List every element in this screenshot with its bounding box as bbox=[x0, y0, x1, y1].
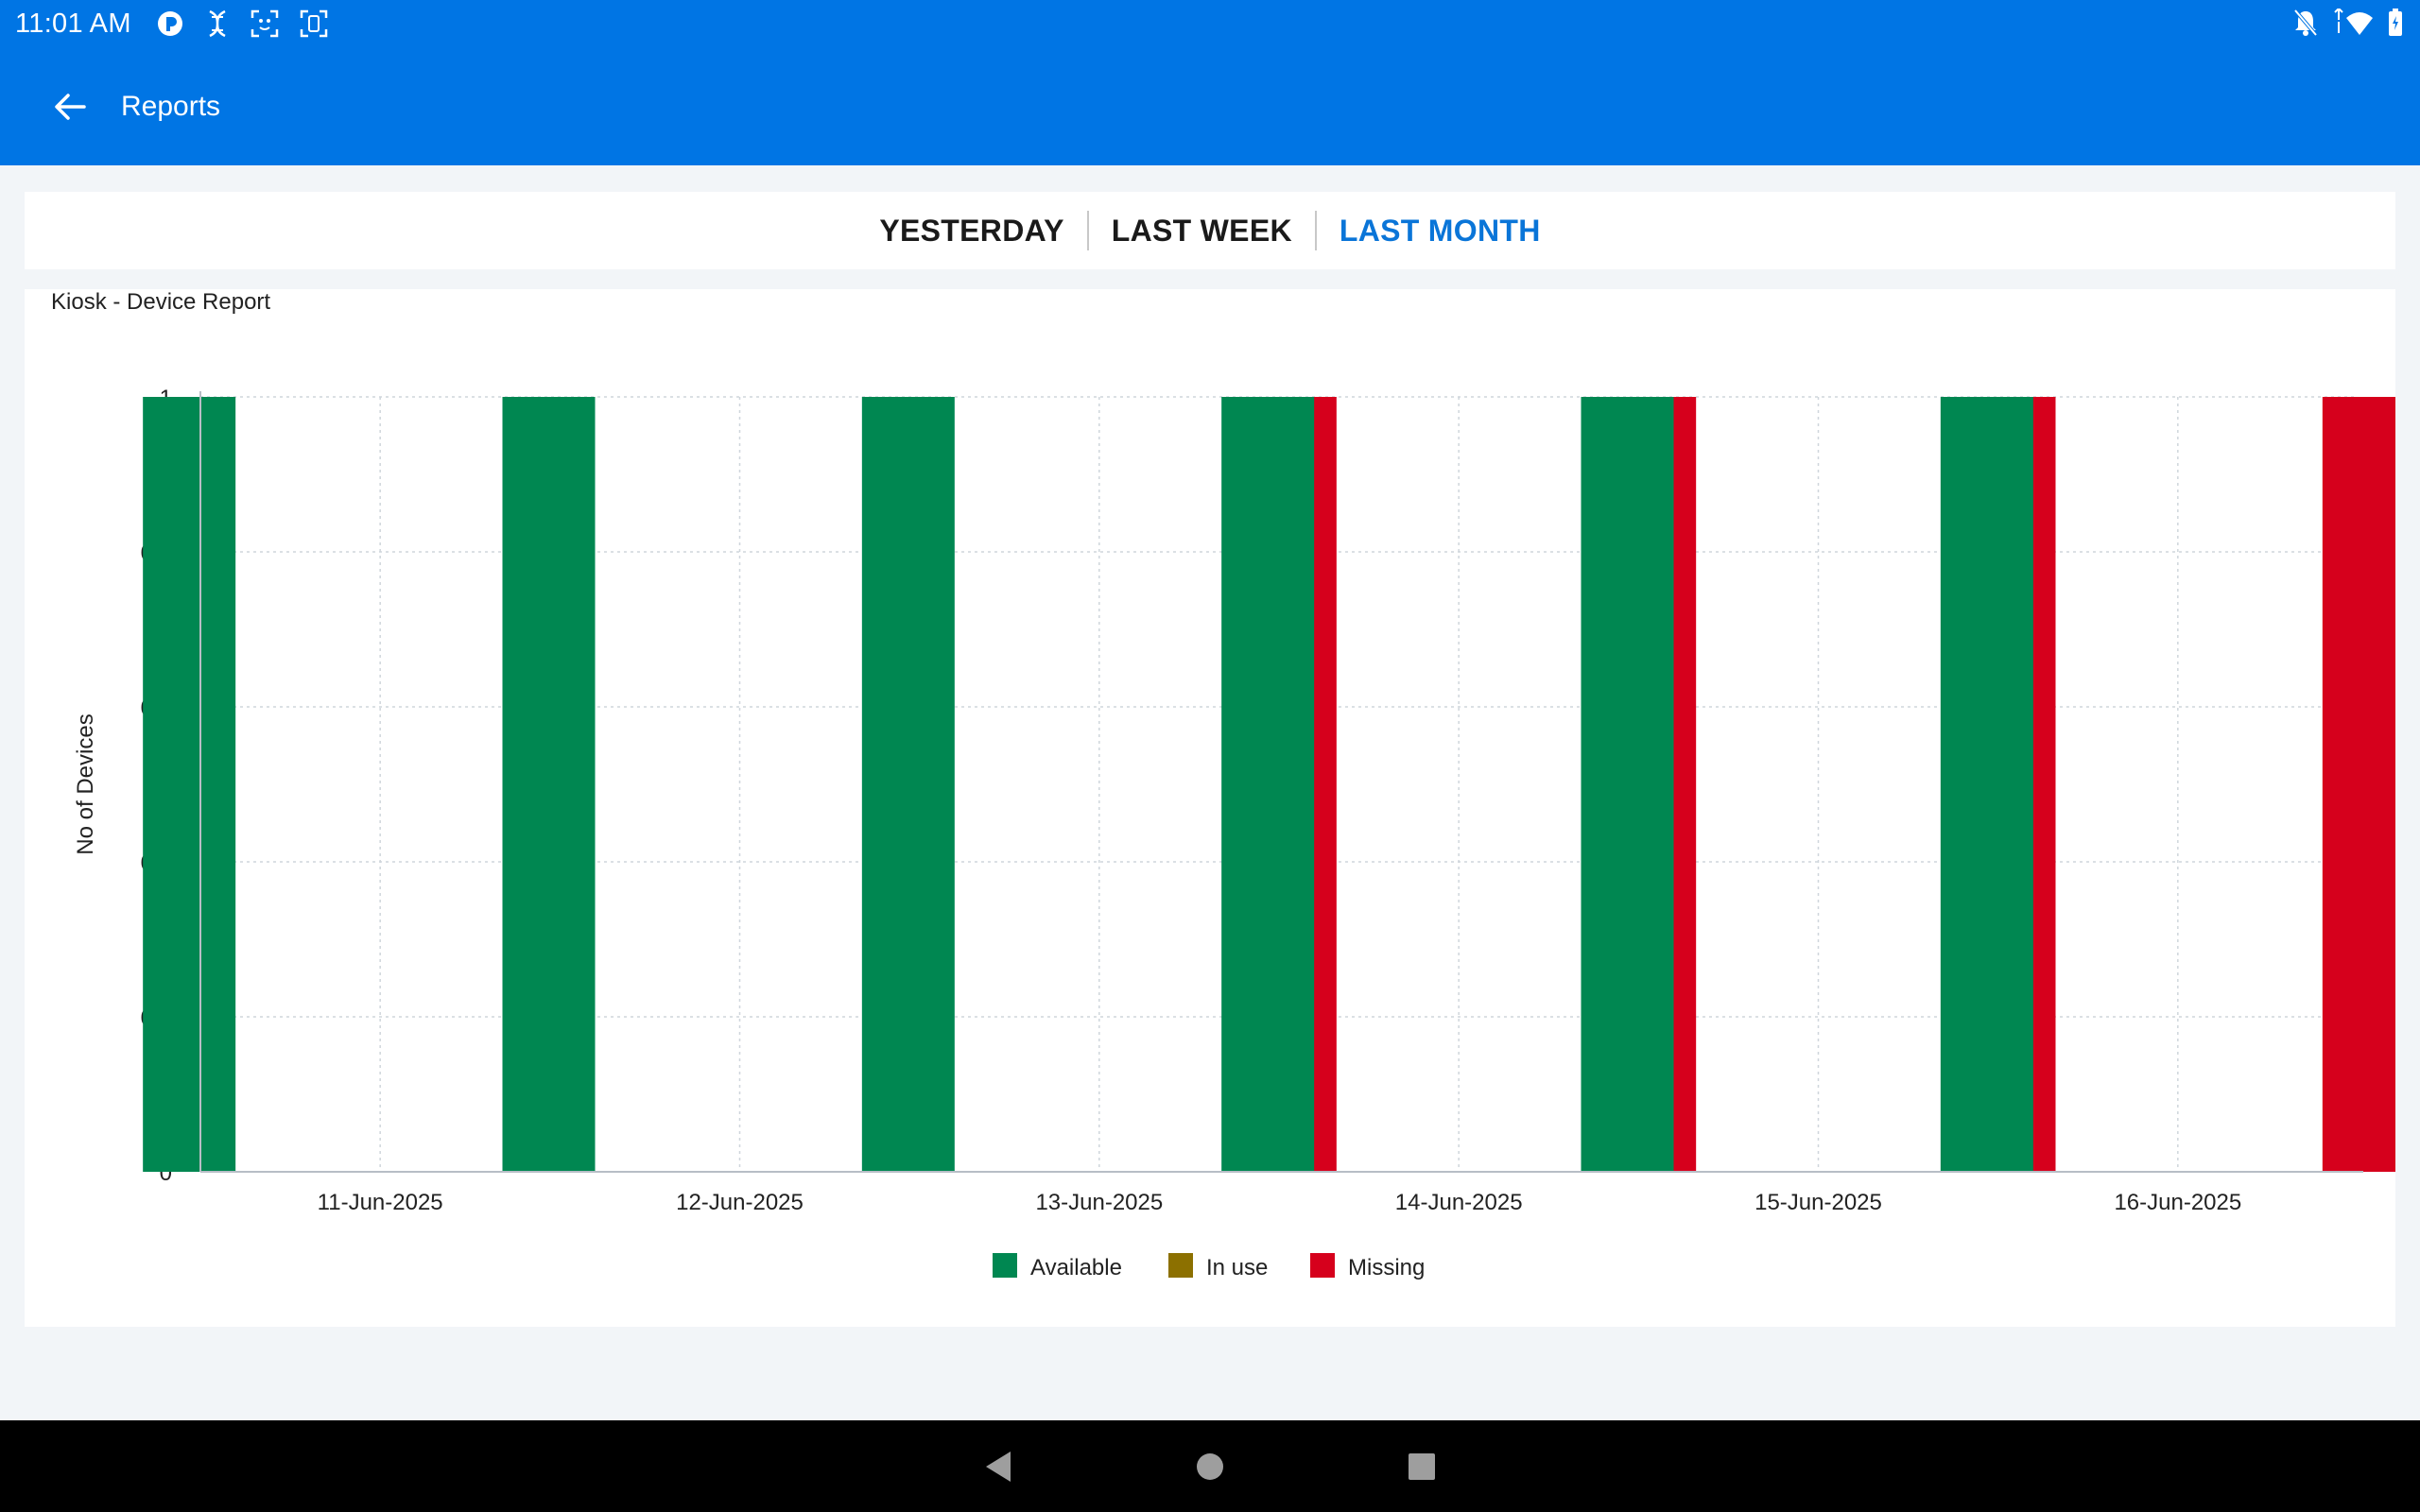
x-tick-label: 16-Jun-2025 bbox=[2114, 1190, 2241, 1215]
recents-square-icon bbox=[1409, 1452, 1435, 1480]
status-icons-right bbox=[2293, 7, 2403, 42]
x-tick-label: 13-Jun-2025 bbox=[1035, 1190, 1163, 1215]
legend-swatch-missing bbox=[1310, 1253, 1335, 1278]
legend-label: In use bbox=[1206, 1255, 1268, 1280]
status-bar: 11:01 AM bbox=[0, 0, 2420, 47]
navigation-bar bbox=[0, 1420, 2420, 1512]
chart-card: Kiosk - Device Report 00.20.40.60.8111-J… bbox=[25, 289, 2395, 1327]
date-range-tabs: YESTERDAY LAST WEEK LAST MONTH bbox=[25, 192, 2395, 269]
x-tick-label: 11-Jun-2025 bbox=[318, 1190, 443, 1215]
nav-home-button[interactable] bbox=[1182, 1438, 1238, 1495]
bar-available bbox=[502, 397, 596, 1172]
nav-back-button[interactable] bbox=[970, 1438, 1027, 1495]
x-tick-label: 12-Jun-2025 bbox=[676, 1190, 804, 1215]
page-title: Reports bbox=[121, 90, 221, 122]
back-button[interactable] bbox=[51, 88, 89, 126]
bar-available bbox=[861, 397, 955, 1172]
nav-recents-button[interactable] bbox=[1393, 1438, 1450, 1495]
dna-icon bbox=[205, 9, 230, 38]
x-tick-label: 14-Jun-2025 bbox=[1395, 1190, 1523, 1215]
screenshot-icon bbox=[300, 9, 328, 38]
legend-label: Available bbox=[1030, 1255, 1122, 1280]
tab-last-week[interactable]: LAST WEEK bbox=[1089, 214, 1315, 249]
arrow-back-icon bbox=[55, 93, 86, 120]
tab-yesterday[interactable]: YESTERDAY bbox=[856, 214, 1086, 249]
face-scan-icon bbox=[251, 9, 279, 38]
x-tick-label: 15-Jun-2025 bbox=[1754, 1190, 1882, 1215]
app-bar: Reports bbox=[0, 47, 2420, 165]
app-logo-icon bbox=[156, 9, 184, 38]
device-report-chart: 00.20.40.60.8111-Jun-202512-Jun-202513-J… bbox=[73, 386, 2395, 1280]
bar-available bbox=[143, 397, 236, 1172]
wifi-icon bbox=[2331, 7, 2375, 42]
status-icons-left bbox=[156, 9, 328, 38]
legend-swatch-in-use bbox=[1168, 1253, 1193, 1278]
bar-available bbox=[1940, 397, 2033, 1172]
y-axis-label: No of Devices bbox=[73, 713, 98, 854]
home-circle-icon bbox=[1197, 1452, 1223, 1480]
bar-available bbox=[1221, 397, 1315, 1172]
status-time: 11:01 AM bbox=[15, 8, 131, 39]
legend-swatch-available bbox=[993, 1253, 1017, 1278]
notifications-off-icon bbox=[2293, 9, 2318, 42]
tab-last-month[interactable]: LAST MONTH bbox=[1317, 214, 1564, 249]
back-triangle-icon bbox=[986, 1451, 1011, 1482]
bar-missing bbox=[2322, 397, 2395, 1172]
battery-icon bbox=[2388, 9, 2403, 42]
legend-label: Missing bbox=[1348, 1255, 1425, 1280]
bar-available bbox=[1581, 397, 1674, 1172]
